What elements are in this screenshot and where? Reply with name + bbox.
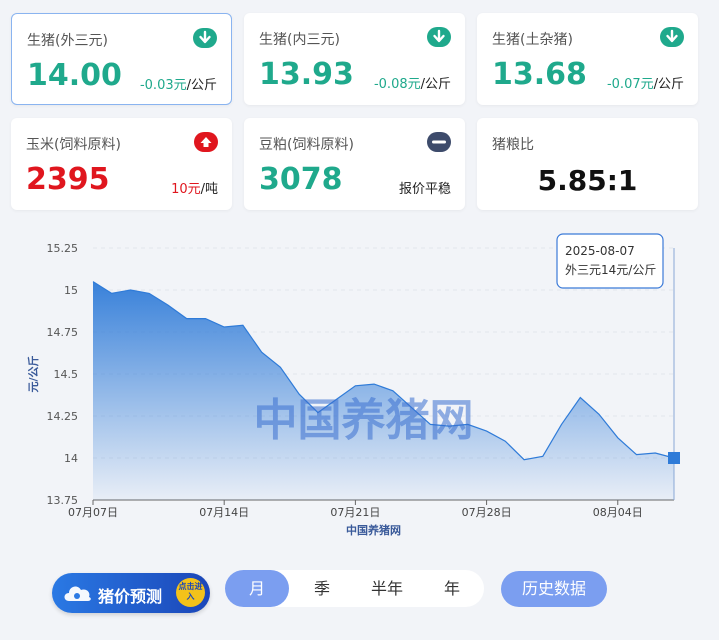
card-change: 10元/吨: [171, 182, 218, 197]
history-data-button[interactable]: 历史数据: [501, 571, 607, 607]
x-tick-label: 07月14日: [199, 506, 249, 519]
card-pig-neisanyuan[interactable]: 生猪(内三元) 13.93 -0.08元/公斤: [244, 13, 465, 105]
card-corn[interactable]: 玉米(饲料原料) 2395 10元/吨: [11, 118, 232, 210]
x-tick-label: 07月28日: [462, 506, 512, 519]
tooltip-box: [556, 233, 664, 289]
period-half-year[interactable]: 半年: [355, 570, 419, 607]
card-value: 5.85:1: [537, 164, 638, 197]
y-tick-label: 15: [64, 284, 78, 297]
trend-down-icon: [427, 27, 451, 47]
card-value: 13.68: [492, 57, 587, 92]
card-title: 猪粮比: [492, 137, 534, 153]
card-soymeal[interactable]: 豆粕(饲料原料) 3078 报价平稳: [244, 118, 465, 210]
card-value: 14.00: [27, 58, 122, 93]
card-title: 生猪(土杂猪): [492, 32, 573, 48]
cloud-icon: [64, 586, 91, 601]
card-value: 2395: [26, 162, 110, 197]
y-axis-label: 元/公斤: [26, 355, 40, 392]
period-toggle[interactable]: 月 季 半年 年: [225, 570, 484, 607]
card-title: 玉米(饲料原料): [26, 137, 121, 153]
tooltip-date: 2025-08-07: [565, 244, 635, 258]
period-quarter[interactable]: 季: [290, 570, 354, 607]
price-forecast-button[interactable]: 猪价预测 点击进入: [52, 573, 210, 613]
card-value: 3078: [259, 162, 343, 197]
card-title: 生猪(外三元): [27, 33, 108, 49]
card-change: -0.08元/公斤: [373, 77, 451, 92]
card-pig-grain-ratio[interactable]: 猪粮比 5.85:1: [477, 118, 698, 210]
period-year[interactable]: 年: [420, 570, 484, 607]
card-value: 13.93: [259, 57, 354, 92]
price-chart-svg[interactable]: 13.751414.2514.514.751515.2507月07日 07月14日…: [0, 230, 719, 540]
tooltip-value: 外三元14元/公斤: [565, 263, 656, 277]
card-change: 报价平稳: [398, 182, 451, 197]
watermark: 中国养猪网: [254, 395, 474, 446]
card-change: -0.07元/公斤: [606, 77, 684, 92]
trend-up-icon: [194, 132, 218, 152]
card-title: 生猪(内三元): [259, 32, 340, 48]
trend-down-icon: [660, 27, 684, 47]
y-tick-label: 14.75: [47, 326, 79, 339]
x-tick-label: 07月07日: [68, 506, 118, 519]
x-tick-label: 07月21日: [330, 506, 380, 519]
x-tick-label: 08月04日: [593, 506, 643, 519]
y-tick-label: 14: [64, 452, 78, 465]
y-tick-label: 14.25: [47, 410, 79, 423]
price-chart[interactable]: 13.75 14 14.25 14.5 14.75 15 15.25 07月07日 07月14日…: [0, 230, 719, 540]
trend-down-icon: [193, 28, 217, 48]
x-axis-label: 中国养猪网: [346, 523, 401, 537]
trend-flat-icon: [427, 132, 451, 152]
hover-marker: [668, 452, 680, 464]
forecast-badge: 点击进入: [176, 578, 205, 607]
card-change: -0.03元/公斤: [139, 78, 217, 93]
y-tick-label: 15.25: [47, 242, 79, 255]
period-month[interactable]: 月: [225, 570, 289, 607]
card-pig-tuzazhu[interactable]: 生猪(土杂猪) 13.68 -0.07元/公斤: [477, 13, 698, 105]
card-pig-waisanyuan[interactable]: 生猪(外三元) 14.00 -0.03元/公斤: [11, 13, 232, 105]
forecast-label: 猪价预测: [98, 587, 163, 606]
y-tick-label: 14.5: [54, 368, 79, 381]
card-title: 豆粕(饲料原料): [259, 137, 354, 153]
